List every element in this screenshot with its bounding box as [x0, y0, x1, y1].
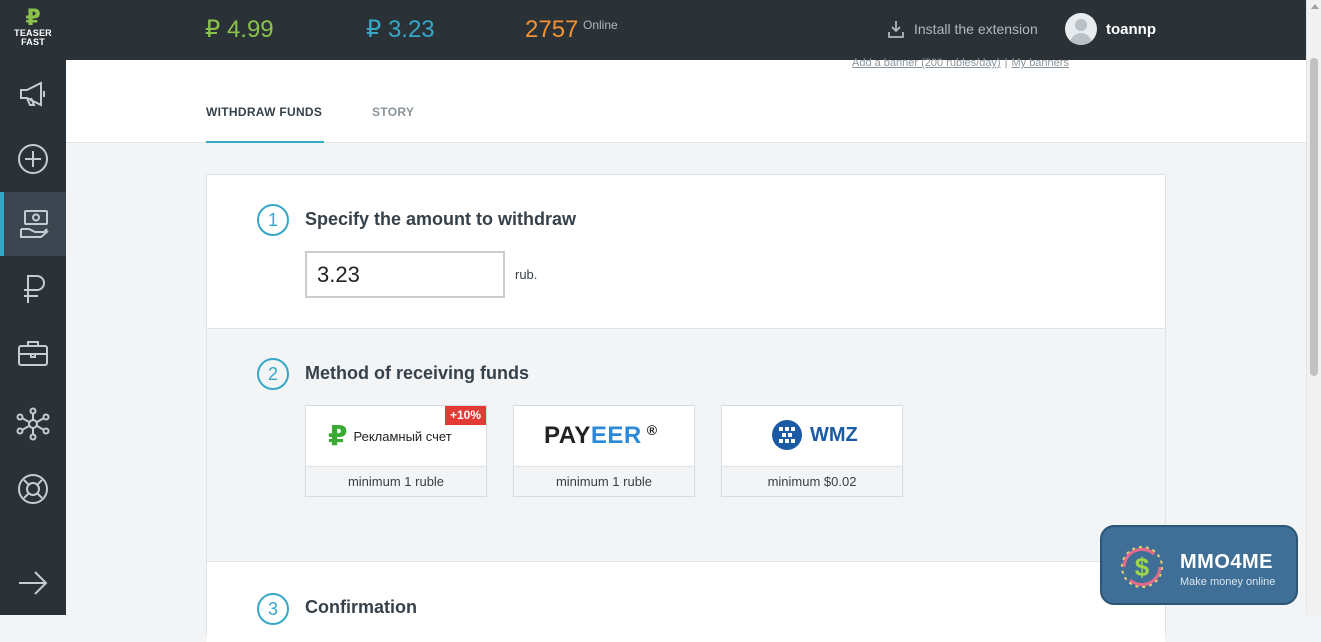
sidebar-item-network[interactable] — [0, 392, 66, 456]
dollar-coin-icon: $ — [1121, 546, 1163, 588]
my-banners-link[interactable]: My banners — [1011, 57, 1068, 69]
sidebar-item-add[interactable] — [0, 127, 66, 191]
balance-withdrawable: ₽ 3.23 — [366, 16, 435, 43]
registered-mark: ® — [646, 422, 658, 438]
sidebar-item-portfolio[interactable] — [0, 322, 66, 386]
tab-withdraw-funds[interactable]: WITHDRAW FUNDS — [206, 105, 324, 143]
sidebar-item-expand[interactable] — [0, 551, 66, 615]
webmoney-globe-icon — [772, 420, 802, 450]
step-confirmation: 3 Confirmation — [207, 562, 1165, 642]
step-amount: 1 Specify the amount to withdraw rub. — [207, 175, 1165, 329]
method-wmz[interactable]: WMZ minimum $0.02 — [721, 405, 903, 497]
lifebuoy-icon — [18, 474, 48, 504]
tab-story[interactable]: STORY — [372, 105, 414, 143]
balance-main: ₽ 4.99 — [205, 16, 274, 43]
step-title: Specify the amount to withdraw — [305, 209, 577, 229]
sidebar-item-finance[interactable] — [0, 257, 66, 321]
method-payeer[interactable]: PAYEER ® minimum 1 ruble — [513, 405, 695, 497]
page-header: WITHDRAW FUNDS STORY — [66, 60, 1306, 143]
install-extension-label: Install the extension — [914, 21, 1038, 37]
sidebar-item-support[interactable] — [0, 457, 66, 521]
method-minimum: minimum 1 ruble — [514, 466, 694, 496]
link-separator: | — [1004, 57, 1008, 69]
dollar-symbol: $ — [1135, 552, 1150, 582]
method-minimum: minimum $0.02 — [722, 466, 902, 496]
step-method: 2 Method of receiving funds ₽ Рекламный … — [207, 329, 1165, 562]
amount-unit: rub. — [515, 267, 538, 282]
watermark-title: MMO4ME — [1180, 551, 1273, 573]
arrow-right-icon — [19, 571, 48, 595]
scroll-up-arrow[interactable] — [1311, 4, 1319, 9]
watermark-subtitle: Make money online — [1180, 576, 1276, 588]
online-label: Online — [583, 18, 618, 32]
sidebar-item-withdraw[interactable] — [0, 192, 66, 256]
sidebar: ₽ TEASER FAST — [0, 0, 66, 615]
banner-links: Add a banner (200 rubles/day) | My banners — [852, 57, 1069, 69]
method-logo: PAYEER ® — [514, 406, 694, 466]
ad-account-logo: ₽ Рекламный счет — [328, 422, 452, 450]
plus-circle-icon — [18, 144, 48, 174]
step-number: 2 — [257, 358, 289, 390]
download-icon — [888, 21, 904, 38]
add-banner-link[interactable]: Add a banner (200 rubles/day) — [852, 57, 1001, 69]
topbar: ₽ 4.99 ₽ 3.23 2757 Online Install the ex… — [66, 0, 1306, 60]
briefcase-icon — [18, 341, 48, 366]
bonus-badge: +10% — [444, 406, 486, 425]
scroll-thumb[interactable] — [1310, 58, 1318, 376]
withdraw-card: 1 Specify the amount to withdraw rub. 2 … — [206, 174, 1166, 642]
ruble-icon — [24, 275, 45, 303]
method-ad-account[interactable]: ₽ Рекламный счет +10% minimum 1 ruble — [305, 405, 487, 497]
megaphone-icon — [20, 81, 45, 107]
logo-ruble-glyph: ₽ — [25, 5, 41, 30]
sidebar-item-campaigns[interactable] — [0, 62, 66, 126]
amount-input[interactable] — [305, 251, 505, 298]
ad-account-label: Рекламный счет — [353, 428, 452, 444]
step-title: Method of receiving funds — [305, 363, 530, 383]
user-menu[interactable]: toannp — [1065, 13, 1156, 45]
logo-word-2: FAST — [21, 37, 45, 47]
payeer-logo: PAYEER ® — [544, 422, 658, 450]
online-count: 2757 — [525, 16, 579, 43]
page-scrollbar[interactable] — [1306, 0, 1321, 615]
mmo4me-watermark: $ MMO4ME Make money online — [1100, 525, 1298, 605]
method-minimum: minimum 1 ruble — [306, 466, 486, 496]
teaserfast-logo[interactable]: ₽ TEASER FAST — [0, 0, 66, 60]
payeer-logo-part1: PAY — [544, 422, 591, 449]
ruble-icon: ₽ — [328, 420, 348, 451]
payeer-logo-part2: EER — [590, 422, 642, 449]
wmz-logo: WMZ — [770, 418, 858, 452]
step-number: 1 — [257, 204, 289, 236]
step-number: 3 — [257, 593, 289, 625]
avatar — [1065, 13, 1097, 45]
install-extension-link[interactable]: Install the extension — [888, 20, 1038, 38]
method-logo: WMZ — [722, 406, 902, 466]
money-hand-icon — [20, 210, 49, 238]
username: toannp — [1106, 20, 1156, 38]
network-icon — [16, 407, 50, 441]
wmz-label: WMZ — [810, 423, 858, 446]
method-logo: ₽ Рекламный счет +10% — [306, 406, 486, 466]
